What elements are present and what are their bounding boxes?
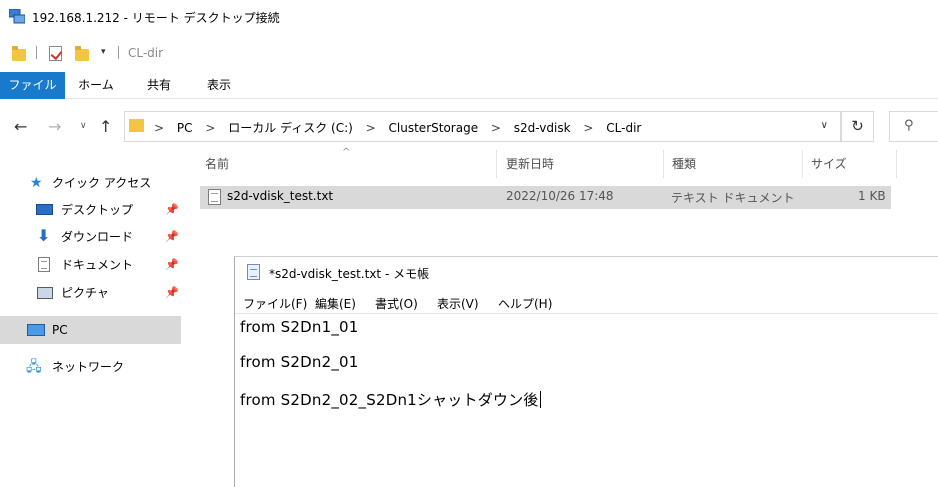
notepad-window: *s2d-vdisk_test.txt - メモ帳 ファイル(F) 編集(E) … — [234, 256, 938, 487]
folder-icon[interactable] — [12, 46, 26, 61]
column-header-type[interactable]: 種類 — [672, 150, 696, 178]
file-type: テキスト ドキュメント — [671, 191, 795, 205]
text-line-with-caret: from S2Dn2_02_S2Dn1シャットダウン後 — [240, 389, 541, 410]
column-divider[interactable] — [496, 150, 497, 178]
window-title: 192.168.1.212 - リモート デスクトップ接続 — [32, 11, 280, 25]
pin-icon[interactable]: 📌 — [165, 196, 179, 224]
documents-icon — [38, 257, 50, 272]
text-file-icon — [208, 189, 221, 205]
breadcrumb-separator: > — [154, 121, 165, 135]
pc-icon — [27, 324, 45, 336]
sidebar-item-label: ドキュメント — [61, 258, 134, 272]
forward-arrow-icon[interactable]: → — [48, 117, 61, 136]
folder-icon — [129, 119, 144, 132]
file-size: 1 KB — [858, 189, 886, 203]
text-caret — [539, 391, 541, 408]
file-row[interactable]: s2d-vdisk_test.txt 2022/10/26 17:48 テキスト… — [200, 186, 891, 209]
sidebar-item-network[interactable]: 🖧 ネットワーク — [0, 353, 181, 381]
refresh-icon: ↻ — [851, 117, 864, 135]
breadcrumb-cl-dir[interactable]: CL-dir — [606, 121, 641, 135]
file-modified: 2022/10/26 17:48 — [506, 189, 614, 203]
sidebar-item-downloads[interactable]: ⬇ ダウンロード 📌 — [0, 223, 181, 251]
text-line: from S2Dn2_01 — [240, 353, 359, 371]
toolbar-divider — [118, 46, 119, 59]
breadcrumb-separator[interactable]: > — [366, 121, 376, 135]
address-bar[interactable]: > PC > ローカル ディスク (C:) > ClusterStorage >… — [124, 111, 841, 142]
tab-file[interactable]: ファイル — [0, 72, 65, 99]
column-divider[interactable] — [896, 150, 897, 178]
sidebar-item-label: ネットワーク — [52, 360, 125, 374]
sidebar-item-quick-access[interactable]: ★ クイック アクセス — [0, 169, 181, 197]
breadcrumb-s2d-vdisk[interactable]: s2d-vdisk — [514, 121, 571, 135]
menu-help[interactable]: ヘルプ(H) — [498, 295, 552, 312]
pin-icon[interactable]: 📌 — [165, 223, 179, 251]
notepad-title: *s2d-vdisk_test.txt - メモ帳 — [269, 267, 430, 281]
breadcrumb-separator[interactable]: > — [205, 121, 215, 135]
breadcrumb-local-disk[interactable]: ローカル ディスク (C:) — [228, 121, 353, 135]
download-icon: ⬇ — [37, 226, 51, 245]
sidebar-item-label: クイック アクセス — [52, 176, 152, 190]
pin-icon[interactable]: 📌 — [165, 279, 179, 307]
network-icon: 🖧 — [26, 359, 42, 375]
menu-edit[interactable]: 編集(E) — [315, 295, 356, 312]
file-name: s2d-vdisk_test.txt — [227, 189, 334, 203]
text-line: from S2Dn1_01 — [240, 318, 359, 336]
breadcrumb-pc[interactable]: PC — [177, 121, 193, 135]
navigation-pane: ★ クイック アクセス デスクトップ 📌 ⬇ ダウンロード 📌 ドキュメント 📌… — [0, 150, 185, 487]
star-icon: ★ — [30, 175, 43, 191]
address-history-chevron-icon[interactable]: ∨ — [821, 120, 828, 131]
customize-toolbar-dropdown[interactable]: ▾ — [101, 47, 106, 57]
quick-access-toolbar: ▾ CL-dir — [0, 42, 938, 66]
tab-share[interactable]: 共有 — [136, 72, 182, 99]
sidebar-item-documents[interactable]: ドキュメント 📌 — [0, 251, 181, 279]
breadcrumb-separator[interactable]: > — [491, 121, 501, 135]
search-icon: ⚲ — [904, 118, 914, 133]
pictures-icon — [37, 287, 53, 299]
menu-view[interactable]: 表示(V) — [437, 295, 479, 312]
refresh-button[interactable]: ↻ — [841, 111, 874, 142]
tab-home[interactable]: ホーム — [70, 72, 122, 99]
column-header-size[interactable]: サイズ — [811, 150, 847, 178]
properties-check-icon[interactable] — [49, 46, 62, 61]
search-input[interactable]: ⚲ — [889, 111, 938, 142]
new-folder-icon[interactable] — [75, 46, 89, 61]
notepad-menu-bar: ファイル(F) 編集(E) 書式(O) 表示(V) ヘルプ(H) — [235, 293, 938, 314]
sidebar-item-label: ピクチャ — [61, 286, 109, 300]
ribbon-tabs: ファイル ホーム 共有 表示 — [0, 72, 938, 99]
desktop-icon — [36, 204, 53, 215]
menu-file[interactable]: ファイル(F) — [243, 295, 307, 312]
sidebar-item-pc[interactable]: PC — [0, 316, 181, 344]
menu-format[interactable]: 書式(O) — [375, 295, 418, 312]
column-header-name[interactable]: 名前 — [205, 150, 229, 178]
back-arrow-icon[interactable]: ← — [14, 117, 27, 136]
column-header-modified[interactable]: 更新日時 — [506, 150, 554, 178]
file-list: ^ 名前 更新日時 種類 サイズ s2d-vdisk_test.txt 2022… — [188, 147, 938, 230]
breadcrumb: > PC > ローカル ディスク (C:) > ClusterStorage >… — [154, 119, 650, 136]
notepad-text-area[interactable]: from S2Dn1_01 from S2Dn2_01 from S2Dn2_0… — [235, 314, 938, 487]
breadcrumb-separator[interactable]: > — [583, 121, 593, 135]
sort-ascending-icon: ^ — [342, 147, 351, 158]
sidebar-item-desktop[interactable]: デスクトップ 📌 — [0, 196, 181, 224]
sidebar-item-label: ダウンロード — [61, 230, 134, 244]
sidebar-item-pictures[interactable]: ピクチャ 📌 — [0, 279, 181, 307]
sidebar-item-label: PC — [52, 323, 68, 337]
pin-icon[interactable]: 📌 — [165, 251, 179, 279]
remote-desktop-titlebar: 192.168.1.212 - リモート デスクトップ接続 — [0, 0, 938, 34]
explorer-window-title: CL-dir — [128, 46, 164, 60]
notepad-icon — [247, 264, 260, 280]
toolbar-divider — [36, 46, 37, 59]
recent-locations-chevron-icon[interactable]: ∨ — [80, 121, 87, 131]
column-divider[interactable] — [802, 150, 803, 178]
text-line: from S2Dn2_02_S2Dn1シャットダウン後 — [240, 391, 539, 409]
remote-desktop-icon — [9, 9, 25, 24]
navigation-bar: ← → ∨ ↑ > PC > ローカル ディスク (C:) > ClusterS… — [0, 107, 938, 145]
tab-view[interactable]: 表示 — [194, 72, 244, 99]
breadcrumb-clusterstorage[interactable]: ClusterStorage — [389, 121, 479, 135]
column-divider[interactable] — [663, 150, 664, 178]
up-arrow-icon[interactable]: ↑ — [99, 117, 112, 136]
sidebar-item-label: デスクトップ — [61, 203, 134, 217]
